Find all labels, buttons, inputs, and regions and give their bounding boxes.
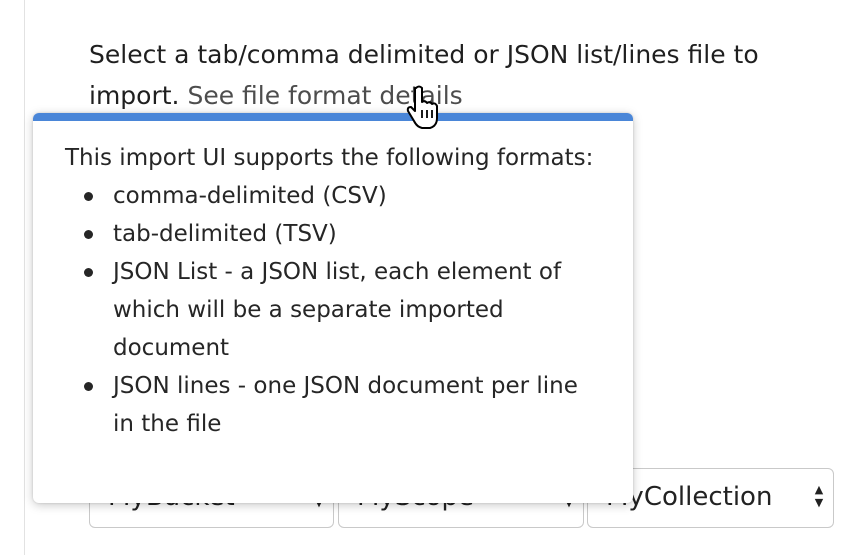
up-down-arrows-icon: ▲▼ <box>814 483 824 509</box>
format-item-text: JSON List - a JSON list, each element of… <box>113 259 562 361</box>
format-list-item: comma-delimited (CSV) <box>65 177 605 215</box>
format-item-text: tab-delimited (TSV) <box>113 221 337 247</box>
format-list: comma-delimited (CSV) tab-delimited (TSV… <box>65 177 605 443</box>
format-item-text: JSON lines - one JSON document per line … <box>113 373 578 437</box>
tooltip-heading: This import UI supports the following fo… <box>65 145 594 171</box>
format-item-text: comma-delimited (CSV) <box>113 183 387 209</box>
import-instructions: Select a tab/comma delimited or JSON lis… <box>89 34 829 116</box>
format-list-item: JSON List - a JSON list, each element of… <box>65 253 605 367</box>
hand-pointer-icon <box>406 85 438 129</box>
bullet-icon <box>84 268 93 277</box>
bullet-icon <box>84 382 93 391</box>
tooltip-body: This import UI supports the following fo… <box>33 121 633 443</box>
format-list-item: tab-delimited (TSV) <box>65 215 605 253</box>
format-list-item: JSON lines - one JSON document per line … <box>65 367 605 443</box>
bullet-icon <box>84 230 93 239</box>
bullet-icon <box>84 192 93 201</box>
left-divider <box>24 0 25 555</box>
file-format-tooltip: This import UI supports the following fo… <box>33 113 633 503</box>
tooltip-accent-bar <box>33 113 633 121</box>
